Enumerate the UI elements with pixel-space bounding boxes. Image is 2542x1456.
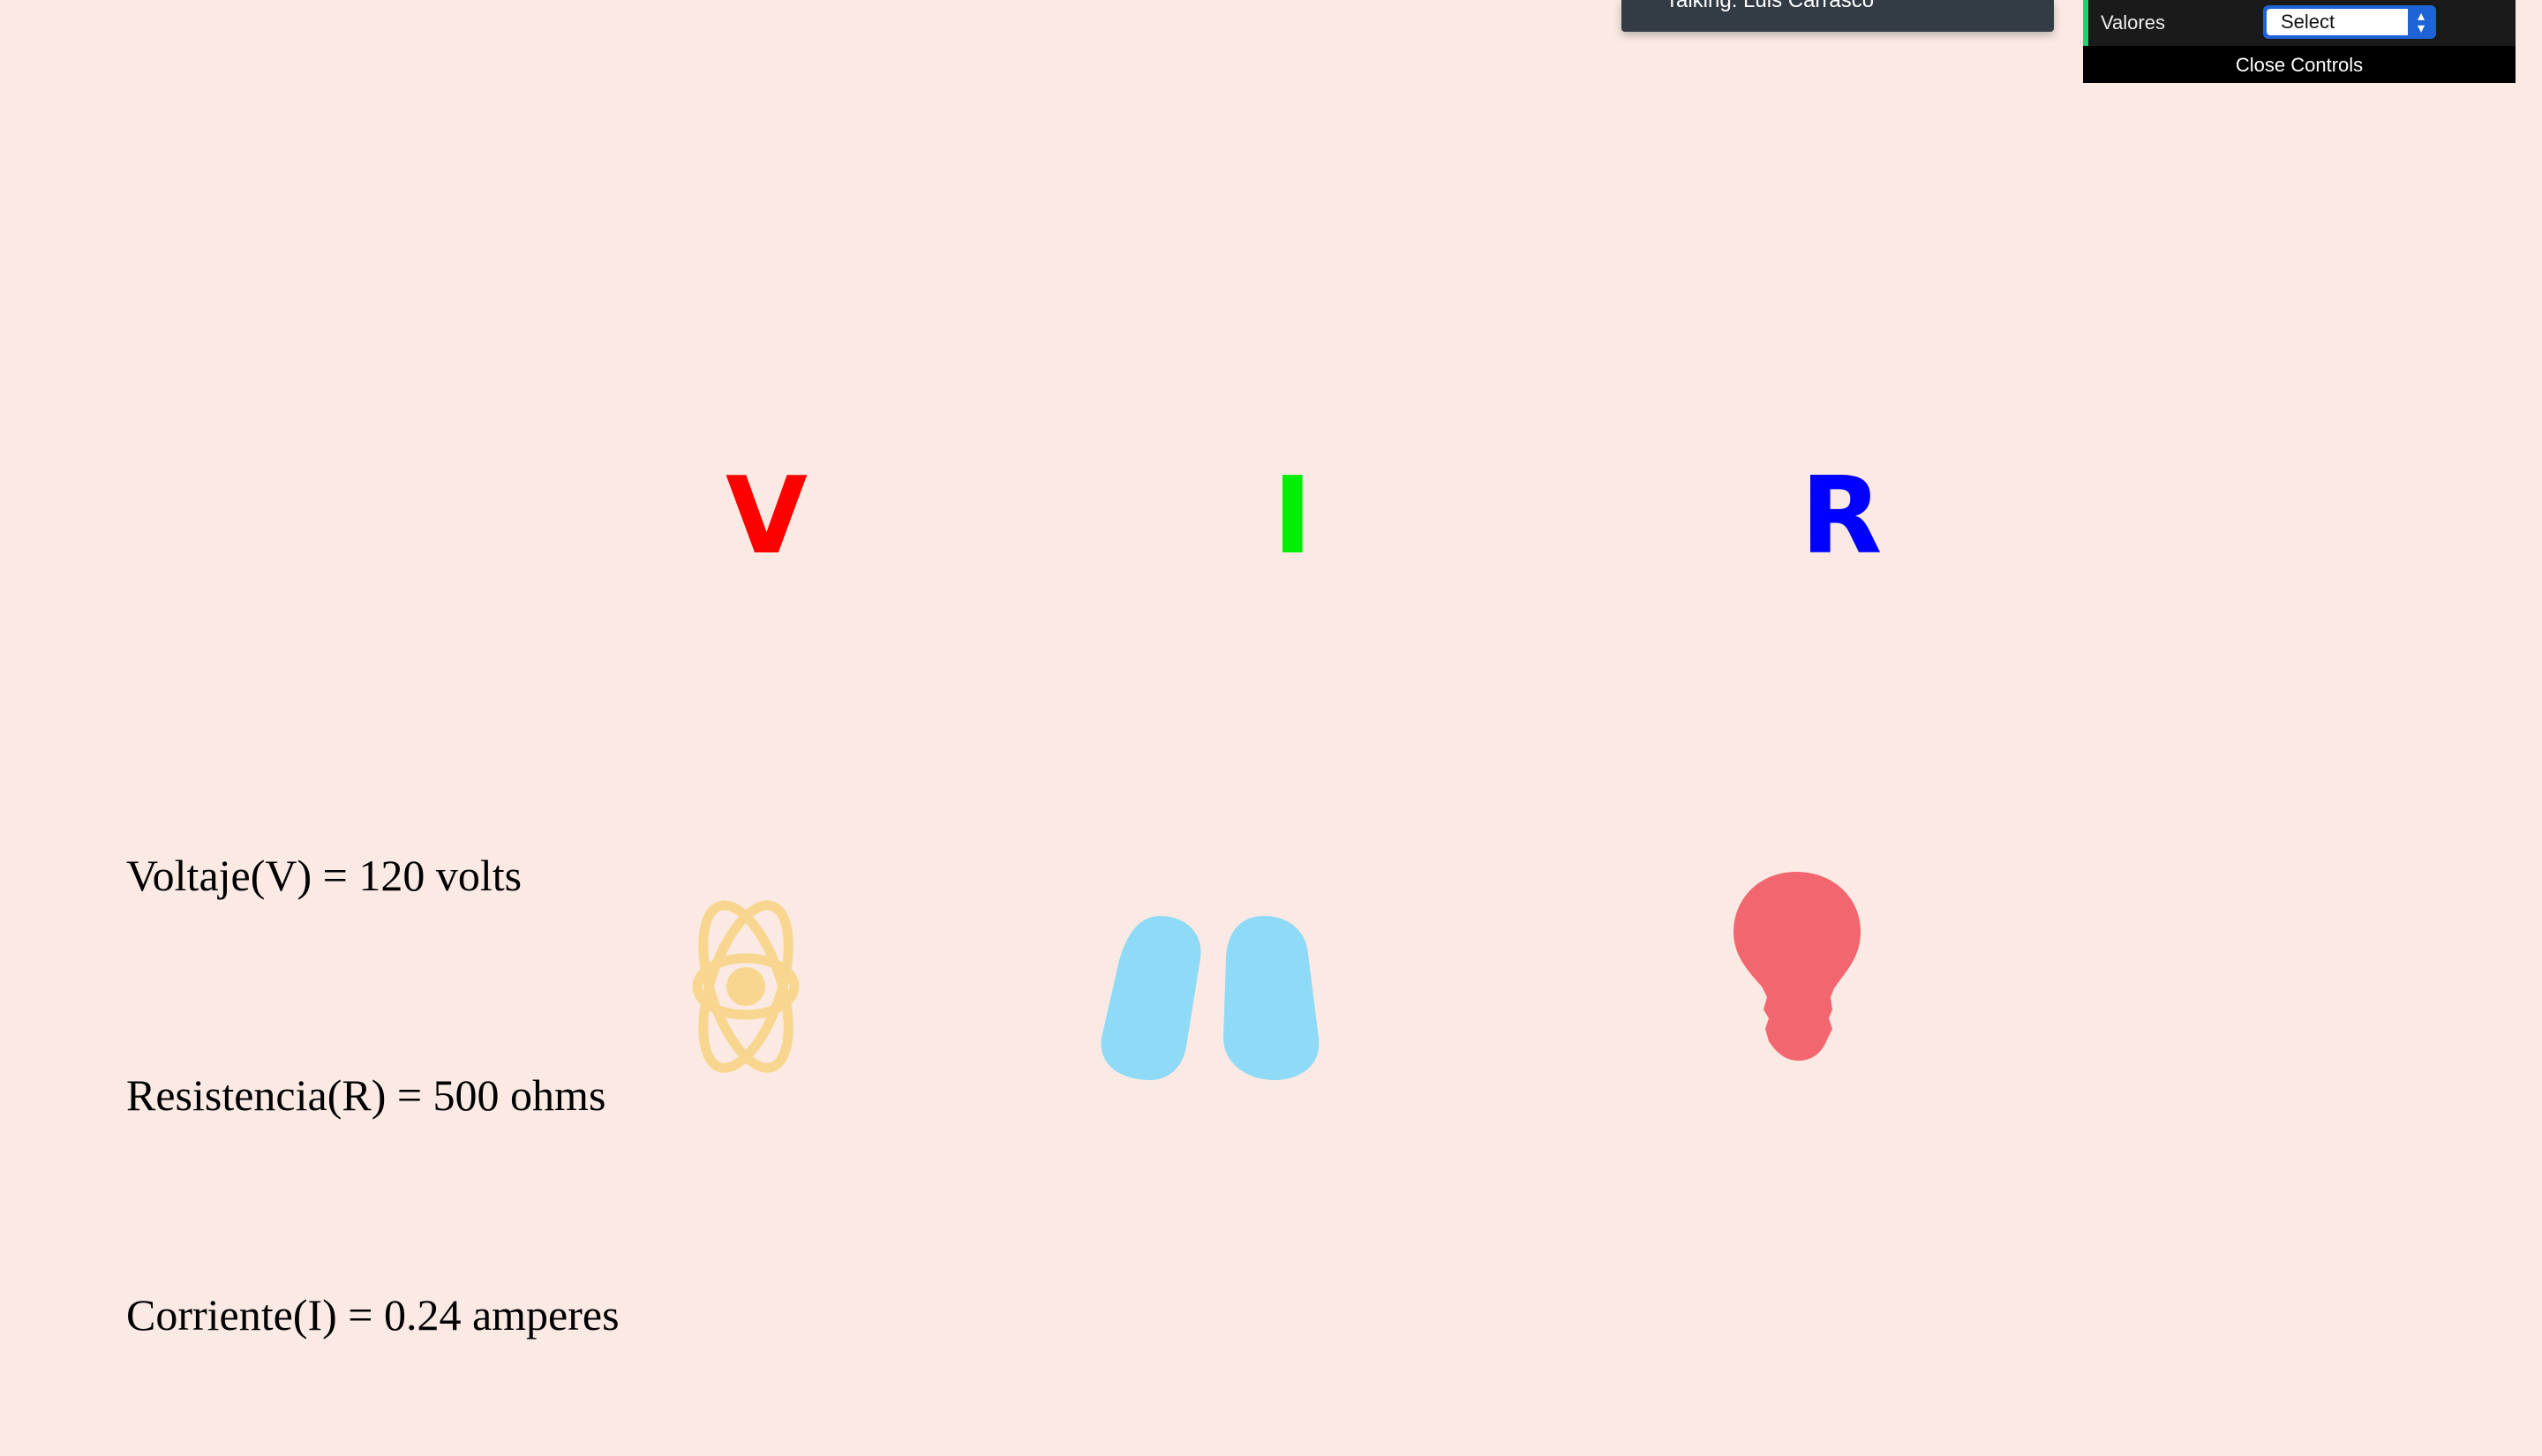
talking-notification-text: Talking: Luis Carrasco: [1666, 0, 1875, 12]
valores-row: Valores Select ▴ ▾: [2083, 0, 2516, 46]
voltage-text: Voltaje(V) = 120 volts: [126, 851, 523, 900]
current-text: Corriente(I) = 0.24 amperes: [126, 1290, 620, 1340]
controls-panel: Valores Select ▴ ▾ Close Controls: [2083, 0, 2516, 83]
atom-icon: [692, 900, 800, 1073]
close-controls-button[interactable]: Close Controls: [2083, 48, 2516, 83]
valores-select[interactable]: Select ▴ ▾: [2263, 5, 2436, 39]
talking-notification: Talking: Luis Carrasco: [1621, 0, 2054, 32]
up-down-chevron-icon[interactable]: ▴ ▾: [2411, 9, 2431, 35]
letter-r: R: [1801, 455, 1883, 578]
letter-v: V: [726, 455, 808, 578]
lightbulb-icon: [1734, 872, 1861, 1061]
valores-label: Valores: [2101, 11, 2165, 34]
letter-i: I: [1273, 455, 1312, 578]
valores-select-value[interactable]: Select: [2267, 9, 2408, 35]
pill-icon: [1101, 916, 1320, 1080]
resistance-text: Resistencia(R) = 500 ohms: [126, 1070, 606, 1120]
